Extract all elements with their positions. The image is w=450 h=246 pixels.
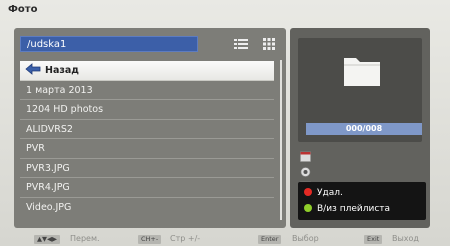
legend-playlist-label: В/из плейлиста bbox=[317, 204, 391, 214]
preview-panel: 000/008 Удал. В/из плейлиста bbox=[290, 28, 430, 228]
list-item[interactable]: 1204 HD photos bbox=[20, 100, 274, 120]
legend-delete: Удал. bbox=[304, 186, 343, 200]
list-item-label: Video.JPG bbox=[26, 201, 72, 213]
color-key-legend: Удал. В/из плейлиста bbox=[298, 182, 426, 220]
list-item[interactable]: Video.JPG bbox=[20, 198, 274, 218]
exit-key: Exit bbox=[364, 235, 383, 244]
list-view-icon[interactable] bbox=[234, 38, 248, 50]
legend-playlist: В/из плейлиста bbox=[304, 202, 390, 216]
list-item-label: ALIDVRS2 bbox=[26, 123, 73, 135]
list-item[interactable]: PVR3.JPG bbox=[20, 159, 274, 178]
screen: Фото /udska1 Назад 1 марта 2013 1204 HD … bbox=[0, 0, 450, 246]
list-item-label: 1204 HD photos bbox=[26, 104, 104, 115]
enter-key: Enter bbox=[258, 235, 282, 244]
file-browser-panel: /udska1 Назад 1 марта 2013 1204 HD photo… bbox=[14, 28, 286, 228]
folder-icon bbox=[344, 58, 380, 86]
list-item-back[interactable]: Назад bbox=[20, 61, 274, 81]
list-item-label: PVR bbox=[26, 143, 45, 154]
nav-label: Перем. bbox=[70, 234, 100, 243]
ch-key: CH+- bbox=[138, 235, 162, 244]
scrollbar[interactable] bbox=[280, 60, 282, 220]
list-item[interactable]: PVR bbox=[20, 139, 274, 159]
calendar-icon bbox=[300, 151, 311, 162]
file-list: Назад 1 марта 2013 1204 HD photos ALIDVR… bbox=[20, 61, 274, 217]
ch-label: Стр +/- bbox=[170, 234, 201, 243]
red-button-icon bbox=[304, 188, 312, 196]
window-title: Фото bbox=[8, 4, 38, 15]
exit-label: Выход bbox=[392, 234, 419, 243]
nav-key: ▲▼◀▶ bbox=[34, 235, 60, 244]
item-counter: 000/008 bbox=[306, 123, 422, 135]
legend-delete-label: Удал. bbox=[317, 188, 343, 198]
enter-label: Выбор bbox=[292, 234, 319, 243]
list-item-label: PVR3.JPG bbox=[26, 162, 70, 174]
path-field[interactable]: /udska1 bbox=[20, 36, 198, 52]
back-arrow-icon bbox=[25, 63, 41, 75]
footer-hints: ▲▼◀▶ Перем. CH+- Стр +/- Enter Выбор Exi… bbox=[0, 232, 450, 246]
list-item[interactable]: ALIDVRS2 bbox=[20, 120, 274, 139]
preview-box: 000/008 bbox=[298, 38, 422, 142]
list-item-label: 1 марта 2013 bbox=[26, 84, 93, 96]
list-item-label: PVR4.JPG bbox=[26, 182, 70, 193]
green-button-icon bbox=[304, 204, 312, 212]
list-item[interactable]: PVR4.JPG bbox=[20, 178, 274, 198]
list-item[interactable]: 1 марта 2013 bbox=[20, 81, 274, 100]
camera-icon bbox=[300, 167, 311, 177]
list-item-label: Назад bbox=[45, 65, 79, 76]
grid-view-icon[interactable] bbox=[262, 38, 276, 50]
